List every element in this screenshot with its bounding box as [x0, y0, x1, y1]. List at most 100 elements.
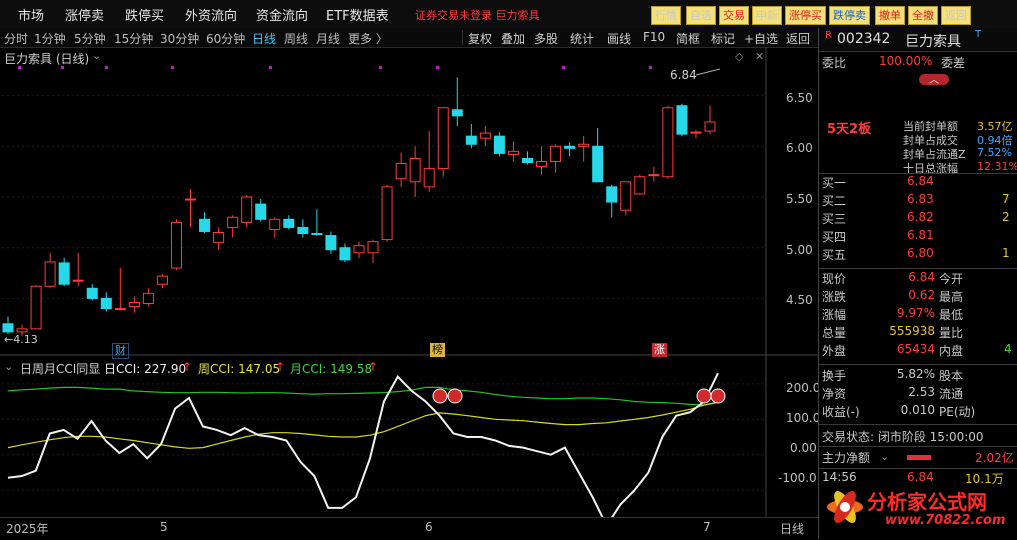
- dragon-tiger-list-marker[interactable]: 榜: [430, 343, 445, 357]
- candle-body: [142, 292, 154, 305]
- candle-body: [339, 247, 351, 261]
- candle-body: [493, 135, 505, 154]
- candle-body: [634, 176, 646, 195]
- menu-foreign-flow[interactable]: 外资流向: [185, 5, 237, 24]
- period-timeshare[interactable]: 分时: [4, 30, 28, 47]
- order-diff-label: 委差: [941, 56, 966, 70]
- tool-overlay[interactable]: 叠加: [501, 30, 525, 47]
- event-dot: [436, 66, 439, 69]
- main-flow-value: 2.02亿: [975, 451, 1014, 465]
- login-notice: 证券交易未登录 巨力索具: [415, 9, 540, 22]
- menu-limit-up-sell[interactable]: 涨停卖: [65, 5, 104, 24]
- watermark-url: www.70822.com: [885, 513, 1006, 528]
- tool-add-watchlist[interactable]: +自选: [744, 30, 778, 47]
- bid-row[interactable]: 买一 6.84: [819, 174, 1017, 193]
- bid-row[interactable]: 买二 6.83 7: [819, 192, 1017, 211]
- signal-icon: [696, 388, 712, 404]
- seal-stat-row: 十日总涨幅 12.31%: [819, 160, 1017, 175]
- bid-row[interactable]: 买三 6.82 2: [819, 210, 1017, 229]
- tool-mark[interactable]: 标记: [711, 30, 735, 47]
- chevron-down-icon[interactable]: ⌄: [92, 49, 101, 62]
- seal-stat-row: 封单占成交 0.94倍: [819, 132, 1017, 147]
- fundamental-value: 2.53: [908, 385, 935, 399]
- tool-return[interactable]: 返回: [786, 30, 810, 47]
- tool-f10[interactable]: F10: [643, 30, 665, 44]
- quote-label: 内盘: [939, 344, 964, 358]
- quote-row: 总量 555938 量比: [819, 324, 1017, 343]
- period-monthly[interactable]: 月线: [316, 30, 340, 47]
- y-tick-label: 5.50: [786, 192, 813, 206]
- signal-icon: [447, 388, 463, 404]
- financial-report-marker[interactable]: 财: [112, 343, 129, 359]
- btn-cancel-order[interactable]: 撤单: [875, 6, 905, 25]
- stock-header: R 002342 巨力索具 T: [819, 28, 1017, 50]
- period-30min[interactable]: 30分钟: [160, 30, 199, 47]
- bid-label: 买四: [822, 230, 847, 244]
- candle-body: [606, 186, 618, 203]
- fundamental-value: 5.82%: [896, 367, 935, 381]
- diamond-icon[interactable]: ◇: [735, 50, 743, 63]
- btn-trade[interactable]: 交易: [719, 6, 749, 25]
- cci-month-line: [7, 401, 719, 449]
- bid-row[interactable]: 买五 6.80 1: [819, 246, 1017, 265]
- period-tag: 日线: [780, 522, 805, 536]
- btn-limit-down-sell[interactable]: 跌停卖: [829, 6, 870, 25]
- period-more[interactable]: 更多 〉: [348, 30, 388, 47]
- candle-body: [2, 323, 14, 333]
- menu-market[interactable]: 市场: [18, 5, 44, 24]
- btn-watchlist[interactable]: 自选: [686, 6, 716, 25]
- tool-simple-frame[interactable]: 简框: [676, 30, 700, 47]
- quote-label: 涨跌: [822, 290, 847, 304]
- candle-body: [550, 145, 562, 162]
- last-price-label: 6.84: [670, 68, 697, 82]
- btn-quote[interactable]: 行情: [651, 6, 681, 25]
- tool-draw-line[interactable]: 画线: [607, 30, 631, 47]
- btn-limit-up-buy[interactable]: 涨停买: [785, 6, 826, 25]
- divider: [819, 364, 1017, 365]
- candle-body: [213, 232, 225, 244]
- time-axis: 2025年 5 6 7 日线: [0, 517, 818, 540]
- bid-label: 买三: [822, 212, 847, 226]
- quote-value: 555938: [889, 324, 935, 338]
- bid-row[interactable]: 买四 6.81: [819, 228, 1017, 247]
- candle-body: [423, 168, 435, 188]
- seal-stat-row: 封单占流通Z 7.52%: [819, 146, 1017, 161]
- y-tick-label: 4.50: [786, 293, 813, 307]
- quote-panel: R 002342 巨力索具 T 委比 100.00% 委差 ︿ 5天2板 当前封…: [818, 28, 1017, 539]
- menu-limit-down-buy[interactable]: 跌停买: [125, 5, 164, 24]
- up-arrow-icon: ↑: [275, 360, 286, 374]
- tool-adjust[interactable]: 复权: [468, 30, 492, 47]
- period-5min[interactable]: 5分钟: [74, 30, 106, 47]
- chart-area[interactable]: 巨力索具 (日线) ⌄ 6.84 ←4.13 ◇ ✕ 6.50 6.00 5.5…: [0, 47, 820, 528]
- btn-cancel-all[interactable]: 全撤: [908, 6, 938, 25]
- seal-stat-row: 当前封单额 3.57亿: [819, 118, 1017, 133]
- r-icon: R: [825, 30, 832, 41]
- divider: [819, 468, 1017, 469]
- chevron-down-icon[interactable]: ⌄: [880, 450, 889, 463]
- indicator-title[interactable]: 日周月CCI同显: [20, 360, 100, 377]
- fundamental-label: 净资: [822, 387, 847, 401]
- period-15min[interactable]: 15分钟: [114, 30, 153, 47]
- event-dot: [171, 66, 174, 69]
- candle-body: [114, 308, 126, 311]
- tool-statistics[interactable]: 统计: [570, 30, 594, 47]
- close-icon[interactable]: ✕: [755, 50, 764, 63]
- btn-return[interactable]: 返回: [941, 6, 971, 25]
- candle-body: [170, 221, 182, 269]
- candle-body: [86, 287, 98, 299]
- quote-value: 6.84: [908, 270, 935, 284]
- x-tick-label: 7: [703, 520, 711, 534]
- period-1min[interactable]: 1分钟: [34, 30, 66, 47]
- chevron-down-icon[interactable]: ⌄: [4, 360, 13, 373]
- expand-toggle[interactable]: ︿: [919, 74, 949, 86]
- menu-etf-table[interactable]: ETF数据表: [326, 5, 389, 24]
- btn-new-ipo[interactable]: 申新: [752, 6, 782, 25]
- limit-up-marker[interactable]: 涨: [652, 343, 667, 357]
- tool-multi-stock[interactable]: 多股: [534, 30, 558, 47]
- candle-body: [592, 145, 604, 183]
- period-60min[interactable]: 60分钟: [206, 30, 245, 47]
- menu-capital-flow[interactable]: 资金流向: [256, 5, 308, 24]
- period-daily[interactable]: 日线: [252, 30, 276, 47]
- period-weekly[interactable]: 周线: [284, 30, 308, 47]
- kline-chart[interactable]: [0, 47, 818, 528]
